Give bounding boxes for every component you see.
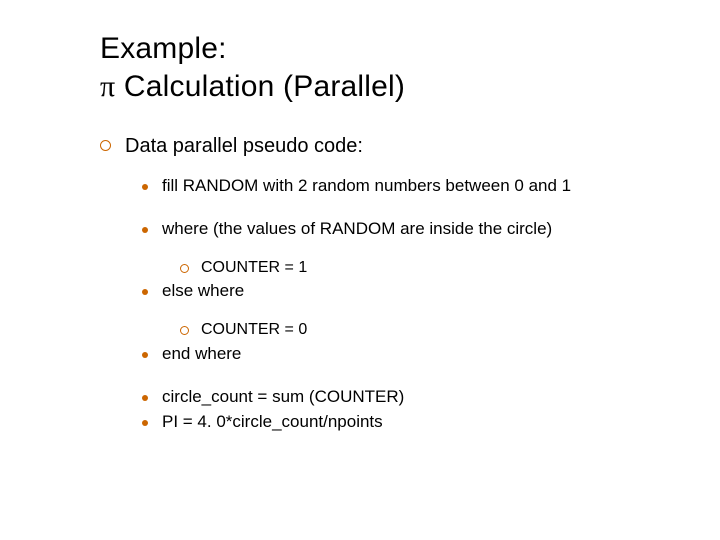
bullet-elsewhere: else where (142, 280, 660, 303)
hollow-circle-icon (180, 264, 189, 273)
solid-circle-icon (142, 352, 148, 358)
slide: Example: π Calculation (Parallel) Data p… (0, 0, 720, 540)
hollow-circle-icon (180, 326, 189, 335)
endwhere-text: end where (162, 343, 241, 366)
bullet-fill: fill RANDOM with 2 random numbers betwee… (142, 175, 660, 198)
bullet-pi: PI = 4. 0*circle_count/npoints (142, 411, 660, 434)
bullet-lvl1: Data parallel pseudo code: (100, 133, 660, 159)
where-text: where (the values of RANDOM are inside t… (162, 218, 552, 241)
circlecount-text: circle_count = sum (COUNTER) (162, 386, 404, 409)
lvl1-text: Data parallel pseudo code: (125, 133, 363, 159)
title-line1: Example: (100, 32, 227, 65)
bullet-counter1: COUNTER = 1 (180, 257, 660, 279)
counter1-text: COUNTER = 1 (201, 257, 307, 279)
bullet-endwhere: end where (142, 343, 660, 366)
solid-circle-icon (142, 227, 148, 233)
title-rest: Calculation (Parallel) (115, 70, 405, 103)
solid-circle-icon (142, 184, 148, 190)
solid-circle-icon (142, 395, 148, 401)
elsewhere-text: else where (162, 280, 244, 303)
bullet-counter0: COUNTER = 0 (180, 319, 660, 341)
bullet-where: where (the values of RANDOM are inside t… (142, 218, 660, 241)
where-sub: COUNTER = 1 (142, 257, 660, 279)
counter0-text: COUNTER = 0 (201, 319, 307, 341)
elsewhere-sub: COUNTER = 0 (142, 319, 660, 341)
solid-circle-icon (142, 289, 148, 295)
slide-title: Example: π Calculation (Parallel) (100, 30, 660, 105)
title-pi: π (100, 70, 115, 103)
hollow-circle-icon (100, 140, 111, 151)
pi-text: PI = 4. 0*circle_count/npoints (162, 411, 383, 434)
bullet-circlecount: circle_count = sum (COUNTER) (142, 386, 660, 409)
solid-circle-icon (142, 420, 148, 426)
fill-text: fill RANDOM with 2 random numbers betwee… (162, 175, 571, 198)
